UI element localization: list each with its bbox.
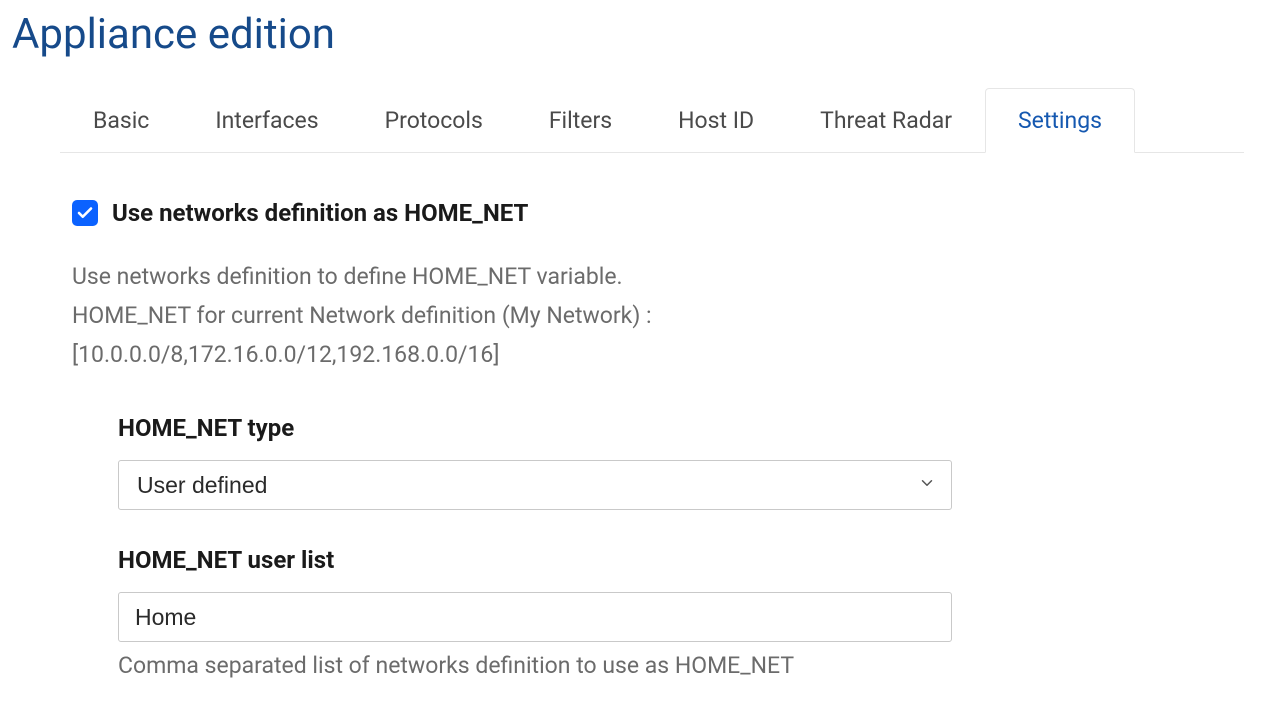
home-net-user-list-input[interactable] — [118, 592, 952, 642]
settings-panel: Use networks definition as HOME_NET Use … — [12, 153, 1254, 679]
description-line-1: Use networks definition to define HOME_N… — [72, 257, 1194, 296]
tab-interfaces[interactable]: Interfaces — [182, 88, 351, 153]
description-line-2: HOME_NET for current Network definition … — [72, 296, 1194, 335]
home-net-type-label: HOME_NET type — [118, 414, 1194, 442]
tabs-container: Basic Interfaces Protocols Filters Host … — [60, 87, 1244, 153]
description-line-3: [10.0.0.0/8,172.16.0.0/12,192.168.0.0/16… — [72, 335, 1194, 374]
tab-basic[interactable]: Basic — [60, 88, 182, 153]
home-net-user-list-label: HOME_NET user list — [118, 546, 1194, 574]
tab-filters[interactable]: Filters — [516, 88, 645, 153]
tab-host-id[interactable]: Host ID — [645, 88, 787, 153]
use-networks-checkbox[interactable] — [72, 200, 98, 226]
home-net-user-list-group: HOME_NET user list Comma separated list … — [118, 546, 1194, 679]
tab-threat-radar[interactable]: Threat Radar — [787, 88, 985, 153]
home-net-user-list-help: Comma separated list of networks definit… — [118, 652, 1194, 679]
tab-protocols[interactable]: Protocols — [352, 88, 516, 153]
tab-settings[interactable]: Settings — [985, 88, 1135, 153]
check-icon — [76, 204, 94, 222]
page-title: Appliance edition — [12, 10, 1254, 59]
home-net-type-group: HOME_NET type User defined — [118, 414, 1194, 510]
use-networks-row: Use networks definition as HOME_NET — [72, 199, 1194, 227]
home-net-description: Use networks definition to define HOME_N… — [72, 257, 1194, 374]
use-networks-label: Use networks definition as HOME_NET — [112, 199, 528, 227]
home-net-type-select-wrapper: User defined — [118, 460, 952, 510]
home-net-type-select[interactable]: User defined — [118, 460, 952, 510]
